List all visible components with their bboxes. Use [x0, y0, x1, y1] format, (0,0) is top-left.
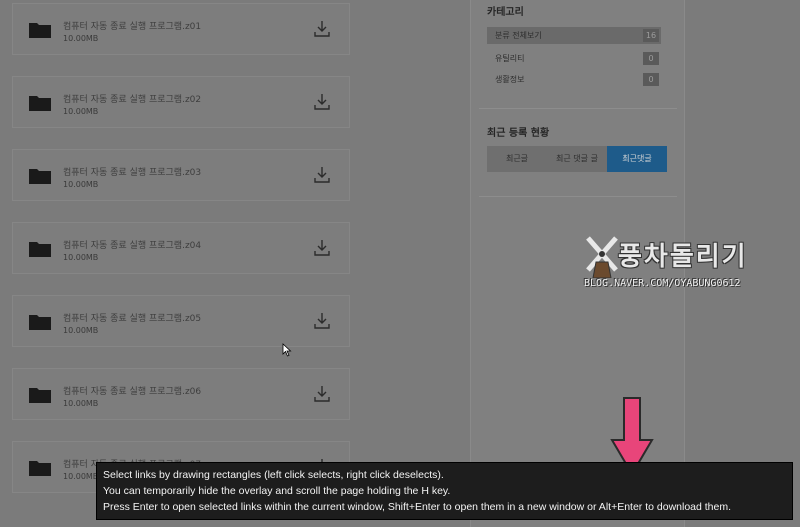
- file-name: 컴퓨터 자동 종료 실행 프로그램.z06: [63, 387, 202, 397]
- file-item[interactable]: 컴퓨터 자동 종료 실행 프로그램.z03 10.00MB: [12, 149, 350, 201]
- tab-recent-comments[interactable]: 최근댓글: [607, 146, 667, 172]
- file-size: 10.00MB: [63, 399, 99, 408]
- folder-icon: [29, 388, 51, 403]
- file-size: 10.00MB: [63, 34, 99, 43]
- folder-icon: [29, 461, 51, 476]
- category-count: 0: [643, 52, 659, 65]
- watermark-title: 풍차돌리기: [618, 242, 748, 272]
- recent-tabs: 최근글 최근 댓글 글 최근댓글: [487, 146, 667, 172]
- file-item[interactable]: 컴퓨터 자동 종료 실행 프로그램.z05 10.00MB: [12, 295, 350, 347]
- file-item[interactable]: 컴퓨터 자동 종료 실행 프로그램.z06 10.00MB: [12, 368, 350, 420]
- file-list: 컴퓨터 자동 종료 실행 프로그램.z01 10.00MB 컴퓨터 자동 종료 …: [0, 0, 360, 527]
- file-item[interactable]: 컴퓨터 자동 종료 실행 프로그램.z04 10.00MB: [12, 222, 350, 274]
- folder-icon: [29, 169, 51, 184]
- file-size: 10.00MB: [63, 107, 99, 116]
- watermark-url: BLOG.NAVER.COM/OYABUNG0612: [584, 278, 741, 289]
- category-count: 0: [643, 73, 659, 86]
- overlay-line-1: Select links by drawing rectangles (left…: [103, 469, 444, 481]
- folder-icon: [29, 315, 51, 330]
- file-size: 10.00MB: [63, 253, 99, 262]
- file-name: 컴퓨터 자동 종료 실행 프로그램.z02: [63, 95, 202, 105]
- category-count: 16: [643, 29, 659, 42]
- divider: [479, 196, 677, 197]
- file-item[interactable]: 컴퓨터 자동 종료 실행 프로그램.z01 10.00MB: [12, 3, 350, 55]
- link-select-overlay-hint: Select links by drawing rectangles (left…: [96, 462, 793, 520]
- category-item-life[interactable]: 생활정보 0: [487, 71, 661, 88]
- file-size: 10.00MB: [63, 180, 99, 189]
- windmill-icon: [586, 236, 618, 278]
- category-label: 생활정보: [495, 75, 525, 84]
- category-label: 분류 전체보기: [495, 31, 542, 40]
- download-icon[interactable]: [314, 166, 330, 184]
- category-title: 카테고리: [487, 7, 524, 18]
- overlay-line-3: Press Enter to open selected links withi…: [103, 501, 732, 513]
- blog-watermark: 풍차돌리기 BLOG.NAVER.COM/OYABUNG0612: [580, 232, 780, 302]
- file-name: 컴퓨터 자동 종료 실행 프로그램.z05: [63, 314, 202, 324]
- mouse-cursor-icon: [282, 343, 292, 357]
- dimmed-page: 컴퓨터 자동 종료 실행 프로그램.z01 10.00MB 컴퓨터 자동 종료 …: [0, 0, 800, 527]
- category-label: 유틸리티: [495, 54, 525, 63]
- file-item[interactable]: 컴퓨터 자동 종료 실행 프로그램.z02 10.00MB: [12, 76, 350, 128]
- download-icon[interactable]: [314, 312, 330, 330]
- category-item-all[interactable]: 분류 전체보기 16: [487, 27, 661, 44]
- folder-icon: [29, 96, 51, 111]
- divider: [479, 108, 677, 109]
- overlay-line-2: You can temporarily hide the overlay and…: [103, 485, 451, 497]
- folder-icon: [29, 242, 51, 257]
- file-size: 10.00MB: [63, 326, 99, 335]
- category-item-utility[interactable]: 유틸리티 0: [487, 50, 661, 67]
- recent-title: 최근 등록 현황: [487, 128, 550, 139]
- tab-recent-comment-posts[interactable]: 최근 댓글 글: [547, 146, 607, 172]
- folder-icon: [29, 23, 51, 38]
- file-name: 컴퓨터 자동 종료 실행 프로그램.z04: [63, 241, 202, 251]
- tab-recent-posts[interactable]: 최근글: [487, 146, 547, 172]
- file-name: 컴퓨터 자동 종료 실행 프로그램.z03: [63, 168, 202, 178]
- download-icon[interactable]: [314, 385, 330, 403]
- download-icon[interactable]: [314, 93, 330, 111]
- file-name: 컴퓨터 자동 종료 실행 프로그램.z01: [63, 22, 202, 32]
- download-icon[interactable]: [314, 239, 330, 257]
- file-size: 10.00MB: [63, 472, 99, 481]
- download-icon[interactable]: [314, 20, 330, 38]
